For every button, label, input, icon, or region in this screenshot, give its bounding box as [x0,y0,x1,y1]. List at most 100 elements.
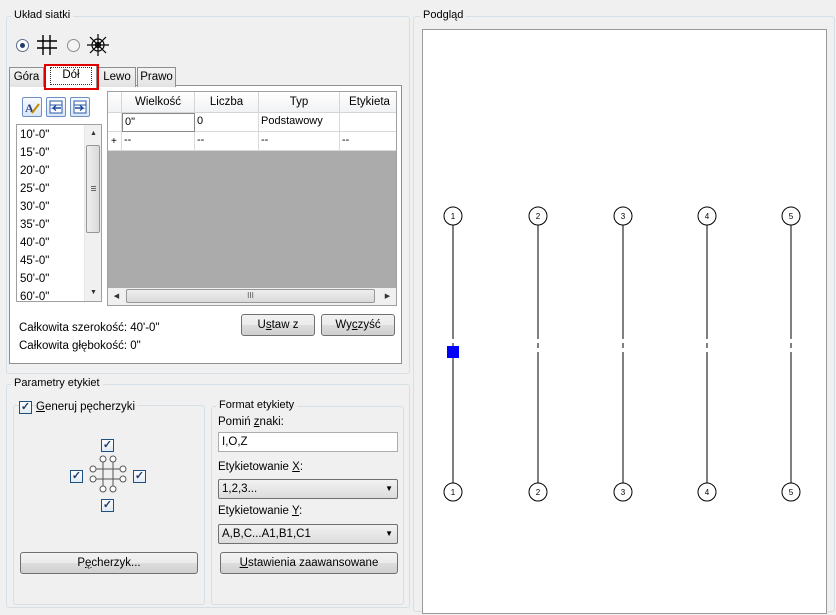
grid-bubble[interactable]: 3 [613,482,633,502]
size-list-scrollbar[interactable]: ▲ ▼ [84,125,101,301]
skip-chars-label: Pomiń znaki: [218,415,284,429]
size-list-item[interactable]: 40'-0" [20,234,49,252]
radial-radio[interactable] [67,39,80,52]
generate-bubbles-label: Generuj pęcherzyki [36,400,138,414]
scroll-right-arrow-icon[interactable]: ▶ [379,288,396,305]
hscroll-thumb[interactable]: III [126,289,375,303]
scroll-left-arrow-icon[interactable]: ◀ [108,288,125,305]
size-list-item[interactable]: 45'-0" [20,252,49,270]
size-list-item[interactable]: 20'-0" [20,162,49,180]
dropdown-arrow-icon: ▼ [385,484,393,493]
grid-bubble[interactable]: 3 [613,206,633,226]
grid-layout-title: Układ siatki [11,9,74,22]
edit-label-button[interactable]: A [22,97,42,117]
table-cell[interactable]: -- [259,132,340,151]
table-cell[interactable]: 0 [195,113,259,132]
label-x-key: X [292,461,300,473]
grid-bubble[interactable]: 5 [781,206,801,226]
set-from-post: taw z [271,319,299,331]
grid-bubble-label: 2 [536,488,541,497]
orthogonal-grid-icon [37,35,57,55]
grid-bubble[interactable]: 4 [697,206,717,226]
label-format-title: Format etykiety [216,399,298,412]
dropdown-arrow-icon: ▼ [385,529,393,538]
orthogonal-radio[interactable] [16,39,29,52]
size-list-item[interactable]: 25'-0" [20,180,49,198]
table-cell[interactable]: -- [195,132,259,151]
grid-table[interactable]: Wielkość Liczba Typ Etykieta 0" 0 Podsta… [107,91,397,306]
tab-left[interactable]: Lewo [98,67,136,87]
grid-bubble[interactable]: 2 [528,206,548,226]
bubble-right-checkbox[interactable]: ✓ [133,470,146,483]
scroll-down-arrow-icon[interactable]: ▼ [85,284,101,301]
label-x-select[interactable]: 1,2,3... ▼ [218,479,398,499]
column-header-label[interactable]: Etykieta [340,92,396,113]
size-list-item[interactable]: 10'-0" [20,126,49,144]
label-y-value: A,B,C...A1,B1,C1 [222,528,311,540]
insert-before-button[interactable] [46,97,66,117]
set-from-button[interactable]: Ustaw z [241,314,315,336]
edit-icon: A [25,101,40,115]
bubble-top-checkbox[interactable]: ✓ [101,439,114,452]
radial-grid-icon [87,34,109,56]
advanced-key: U [239,557,248,569]
grid-bubble-label: 1 [451,212,456,221]
column-header-size[interactable]: Wielkość [122,92,195,113]
table-cell[interactable]: -- [122,132,195,151]
preview-title: Podgląd [420,9,467,22]
size-list[interactable]: 10'-0" 15'-0" 20'-0" 25'-0" 30'-0" 35'-0" 40'-… [16,124,102,302]
tab-right[interactable]: Prawo [137,67,176,87]
table-cell[interactable]: 0" [122,113,195,132]
size-list-item[interactable]: 15'-0" [20,144,49,162]
bubble-bottom-checkbox[interactable]: ✓ [101,499,114,512]
label-x-value: 1,2,3... [222,483,258,495]
bubble-button[interactable]: Pęcherzyk... [20,552,198,574]
size-list-item[interactable]: 50'-0" [20,270,49,288]
table-hscrollbar[interactable]: ◀ III ▶ [108,288,396,305]
preview-canvas[interactable]: 1 1 2 2 3 3 4 4 5 5 [422,29,827,614]
bubble-pre: P [77,557,86,569]
label-x-label: Etykietowanie X: [218,460,303,474]
table-cell[interactable]: Podstawowy [259,113,340,132]
grid-bubble[interactable]: 4 [697,482,717,502]
label-params-title: Parametry etykiet [11,377,103,390]
label-y-select[interactable]: A,B,C...A1,B1,C1 ▼ [218,524,398,544]
grid-bubble-label: 3 [621,488,626,497]
table-cell[interactable] [340,113,396,132]
generate-bubbles-checkbox[interactable]: ✓ [19,401,32,414]
grid-bubble-label: 4 [705,212,710,221]
new-row-marker: + [108,132,122,151]
row-header-corner [108,92,122,113]
table-cell[interactable]: -- [340,132,396,151]
skip-chars-input[interactable]: I,O,Z [218,432,398,452]
scroll-up-arrow-icon[interactable]: ▲ [85,125,101,142]
total-width: Całkowita szerokość: 40'-0" [19,322,160,334]
grid-bubble[interactable]: 2 [528,482,548,502]
column-header-type[interactable]: Typ [259,92,340,113]
tab-top[interactable]: Góra [9,67,44,87]
clear-post: zyść [357,319,381,331]
tab-focus-rect [50,67,92,85]
grid-bubble[interactable]: 1 [443,482,463,502]
column-header-count[interactable]: Liczba [195,92,259,113]
grid-bubble[interactable]: 5 [781,482,801,502]
preview-drawing: 1 1 2 2 3 3 4 4 5 5 [443,206,801,502]
grid-bubble[interactable]: 1 [443,206,463,226]
size-list-item[interactable]: 30'-0" [20,198,49,216]
clear-pre: Wy [335,319,352,331]
grid-bubble-label: 3 [621,212,626,221]
set-from-pre: U [257,319,266,331]
clear-button[interactable]: Wyczyść [321,314,395,336]
size-list-item[interactable]: 60'-0" [20,288,49,301]
selection-grip[interactable] [447,346,459,358]
advanced-settings-button[interactable]: Ustawienia zaawansowane [220,552,398,574]
scroll-thumb[interactable] [86,145,100,233]
row-marker [108,113,122,132]
bubble-left-checkbox[interactable]: ✓ [70,470,83,483]
total-depth: Całkowita głębokość: 0" [19,340,141,352]
grid-bubble-label: 1 [451,488,456,497]
skip-pre: Pomiń [218,416,254,428]
skip-post: naki: [259,416,284,428]
insert-after-button[interactable] [70,97,90,117]
size-list-item[interactable]: 35'-0" [20,216,49,234]
